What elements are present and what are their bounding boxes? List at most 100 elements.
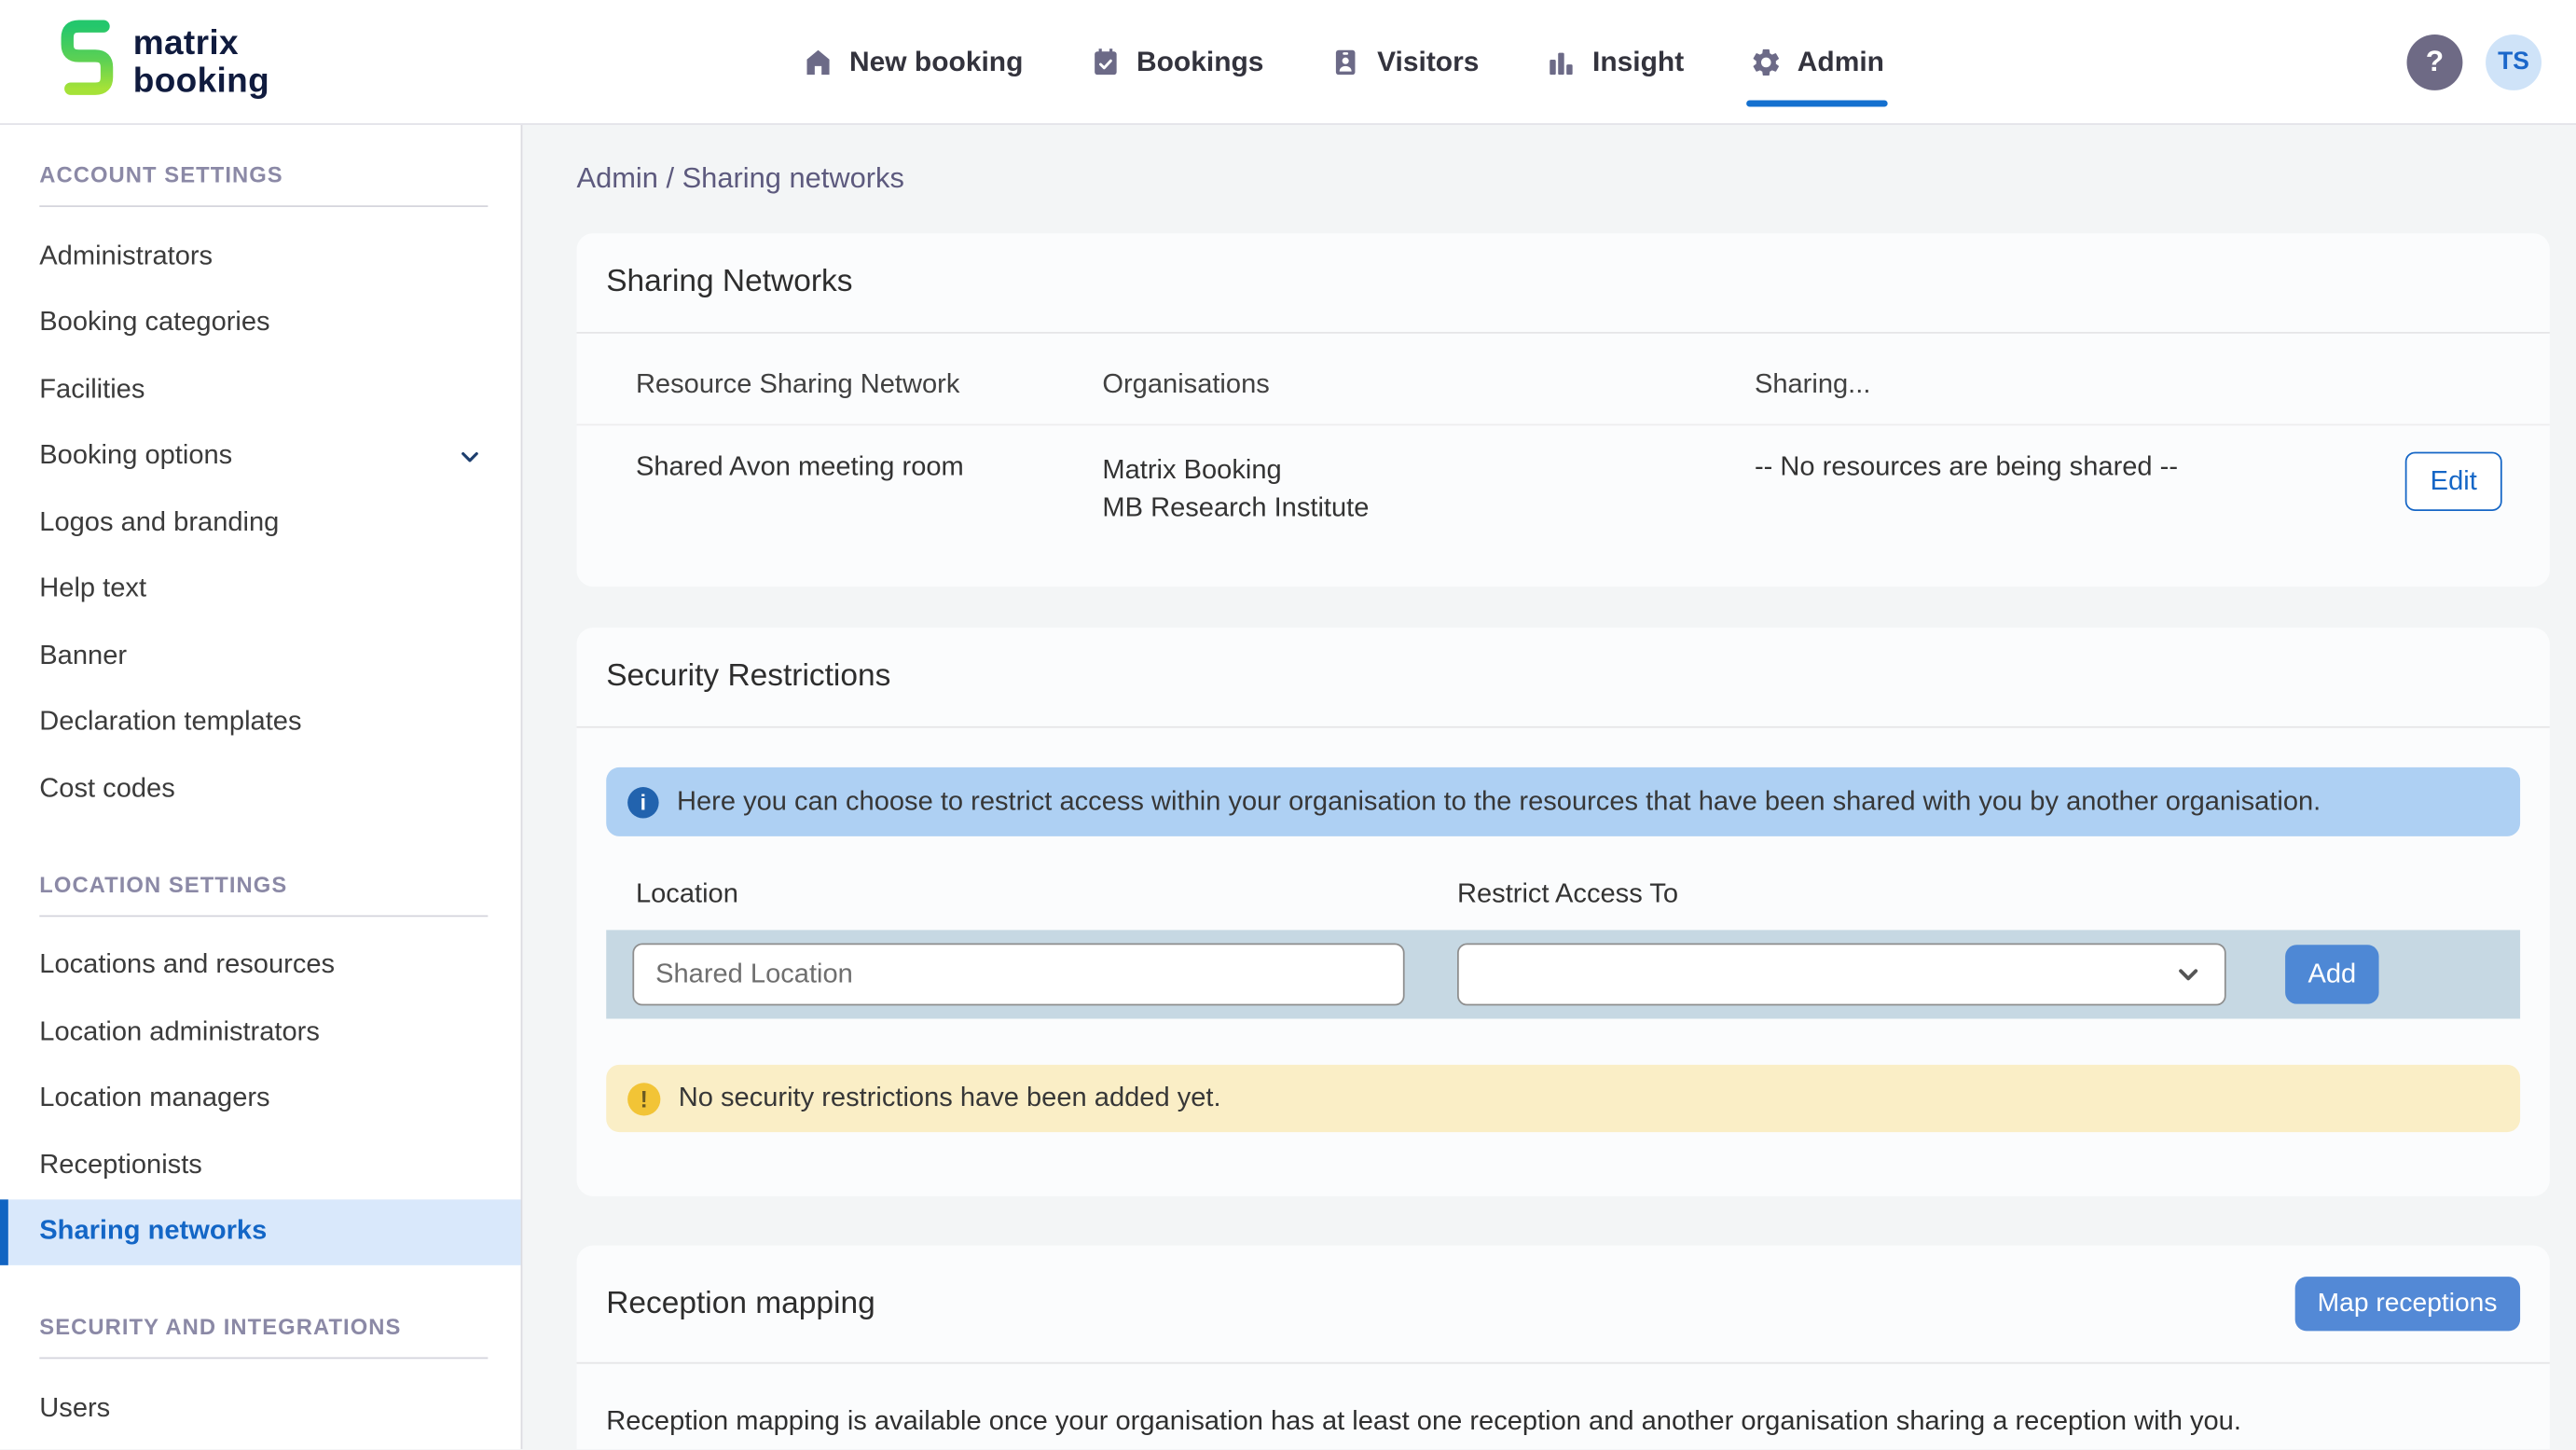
- security-restrictions-title: Security Restrictions: [606, 659, 890, 696]
- card-title: Sharing Networks: [577, 233, 2550, 332]
- restrict-access-select[interactable]: [1457, 943, 2226, 1005]
- sidebar-item-locations-and-resources[interactable]: Locations and resources: [0, 932, 521, 999]
- info-banner: i Here you can choose to restrict access…: [606, 767, 2520, 836]
- section-divider: [39, 915, 488, 917]
- cell-network-name: Shared Avon meeting room: [636, 452, 1102, 483]
- cell-sharing-status: -- No resources are being shared --: [1755, 452, 2351, 483]
- gear-icon: [1750, 45, 1783, 77]
- home-icon: [802, 45, 834, 77]
- table-row: Shared Avon meeting room Matrix Booking …: [577, 425, 2550, 587]
- restrict-access-label: Restrict Access To: [1457, 879, 1678, 910]
- sidebar-item-label: Receptionists: [39, 1150, 202, 1181]
- card-title-row: Reception mapping Map receptions: [577, 1246, 2550, 1362]
- top-right-cluster: ? TS: [2407, 0, 2542, 123]
- main-content: Admin / Sharing networks Sharing Network…: [522, 125, 2576, 1449]
- reception-mapping-description: Reception mapping is available once your…: [577, 1364, 2550, 1450]
- nav-label: Insight: [1592, 45, 1684, 77]
- sidebar-item-administrators[interactable]: Administrators: [0, 224, 521, 290]
- sidebar-item-label: Booking options: [39, 441, 232, 472]
- sharing-networks-title: Sharing Networks: [606, 265, 852, 301]
- sidebar-item-users[interactable]: Users: [0, 1375, 521, 1442]
- organisation-name: Matrix Booking: [1102, 452, 1755, 490]
- form-labels-row: Location Restrict Access To: [606, 879, 2520, 912]
- add-button[interactable]: Add: [2285, 945, 2378, 1003]
- user-avatar[interactable]: TS: [2486, 34, 2542, 90]
- security-restrictions-body: i Here you can choose to restrict access…: [577, 728, 2550, 1196]
- sidebar-item-location-administrators[interactable]: Location administrators: [0, 999, 521, 1065]
- sidebar-item-booking-options[interactable]: Booking options: [0, 423, 521, 490]
- section-title: SECURITY AND INTEGRATIONS: [39, 1315, 488, 1339]
- nav-label: Admin: [1798, 45, 1884, 77]
- sidebar-section-account-settings: ACCOUNT SETTINGS Administrators Booking …: [0, 162, 521, 822]
- warning-icon: !: [627, 1082, 660, 1114]
- admin-sidebar: ACCOUNT SETTINGS Administrators Booking …: [0, 125, 522, 1449]
- sidebar-item-label: Logos and branding: [39, 507, 279, 538]
- section-divider: [39, 1358, 488, 1360]
- nav-label: New booking: [849, 45, 1023, 77]
- help-button[interactable]: ?: [2407, 34, 2463, 90]
- sidebar-item-label: Location managers: [39, 1084, 269, 1114]
- sidebar-item-label: Facilities: [39, 374, 145, 405]
- sidebar-item-help-text[interactable]: Help text: [0, 556, 521, 622]
- nav-label: Visitors: [1377, 45, 1479, 77]
- nav-label: Bookings: [1136, 45, 1263, 77]
- sidebar-section-security-and-integrations: SECURITY AND INTEGRATIONS Users: [0, 1315, 521, 1443]
- map-receptions-button[interactable]: Map receptions: [2294, 1277, 2520, 1331]
- nav-insight[interactable]: Insight: [1545, 0, 1684, 123]
- card-title: Security Restrictions: [577, 628, 2550, 726]
- sharing-networks-card: Sharing Networks Resource Sharing Networ…: [577, 233, 2550, 587]
- sidebar-item-logos-and-branding[interactable]: Logos and branding: [0, 490, 521, 556]
- sidebar-item-declaration-templates[interactable]: Declaration templates: [0, 689, 521, 755]
- reception-mapping-card: Reception mapping Map receptions Recepti…: [577, 1246, 2550, 1450]
- sidebar-item-label: Administrators: [39, 242, 213, 272]
- security-restrictions-card: Security Restrictions i Here you can cho…: [577, 628, 2550, 1196]
- sidebar-item-label: Users: [39, 1393, 110, 1424]
- section-divider: [39, 205, 488, 207]
- top-bar: matrix booking New booking Bookings: [0, 0, 2576, 125]
- brand-logo[interactable]: matrix booking: [59, 18, 269, 106]
- section-items: Locations and resources Location adminis…: [0, 932, 521, 1265]
- info-icon: i: [627, 786, 658, 817]
- section-items: Administrators Booking categories Facili…: [0, 224, 521, 822]
- sidebar-item-label: Help text: [39, 573, 146, 604]
- nav-new-booking[interactable]: New booking: [802, 0, 1024, 123]
- warning-banner-text: No security restrictions have been added…: [679, 1083, 1221, 1113]
- sidebar-item-booking-categories[interactable]: Booking categories: [0, 290, 521, 356]
- breadcrumb: Admin / Sharing networks: [577, 161, 2550, 196]
- info-banner-text: Here you can choose to restrict access w…: [677, 786, 2321, 817]
- sidebar-item-label: Booking categories: [39, 308, 269, 338]
- section-title: LOCATION SETTINGS: [39, 872, 488, 896]
- column-header-organisations: Organisations: [1102, 369, 1755, 400]
- calendar-check-icon: [1089, 45, 1122, 77]
- question-mark-icon: ?: [2426, 45, 2444, 79]
- sidebar-item-sharing-networks[interactable]: Sharing networks: [0, 1198, 521, 1264]
- nav-bookings[interactable]: Bookings: [1089, 0, 1264, 123]
- nav-visitors[interactable]: Visitors: [1329, 0, 1479, 123]
- nav-admin[interactable]: Admin: [1750, 0, 1884, 123]
- table-header-row: Resource Sharing Network Organisations S…: [577, 334, 2550, 424]
- add-restriction-form: Add: [606, 930, 2520, 1018]
- section-title: ACCOUNT SETTINGS: [39, 162, 488, 186]
- organisation-name: MB Research Institute: [1102, 490, 1755, 528]
- sidebar-item-banner[interactable]: Banner: [0, 623, 521, 689]
- sidebar-item-facilities[interactable]: Facilities: [0, 356, 521, 422]
- location-label: Location: [636, 879, 738, 910]
- sidebar-item-cost-codes[interactable]: Cost codes: [0, 756, 521, 822]
- sidebar-item-label: Sharing networks: [39, 1216, 267, 1247]
- brand-name: matrix booking: [133, 24, 269, 100]
- sidebar-item-label: Location administrators: [39, 1016, 320, 1047]
- app-root: matrix booking New booking Bookings: [0, 0, 2576, 1449]
- edit-button[interactable]: Edit: [2405, 452, 2502, 511]
- sidebar-item-receptionists[interactable]: Receptionists: [0, 1132, 521, 1198]
- matrix-booking-logo-icon: [59, 18, 115, 106]
- column-header-sharing: Sharing...: [1755, 369, 2351, 400]
- reception-mapping-title: Reception mapping: [606, 1286, 875, 1322]
- sidebar-item-label: Cost codes: [39, 774, 174, 805]
- sidebar-item-label: Declaration templates: [39, 707, 301, 738]
- sidebar-item-location-managers[interactable]: Location managers: [0, 1066, 521, 1132]
- chevron-down-icon: [455, 442, 485, 472]
- shared-location-input[interactable]: [632, 943, 1404, 1005]
- section-items: Users: [0, 1375, 521, 1442]
- column-header-network: Resource Sharing Network: [636, 369, 1102, 400]
- cell-organisations: Matrix Booking MB Research Institute: [1102, 452, 1755, 528]
